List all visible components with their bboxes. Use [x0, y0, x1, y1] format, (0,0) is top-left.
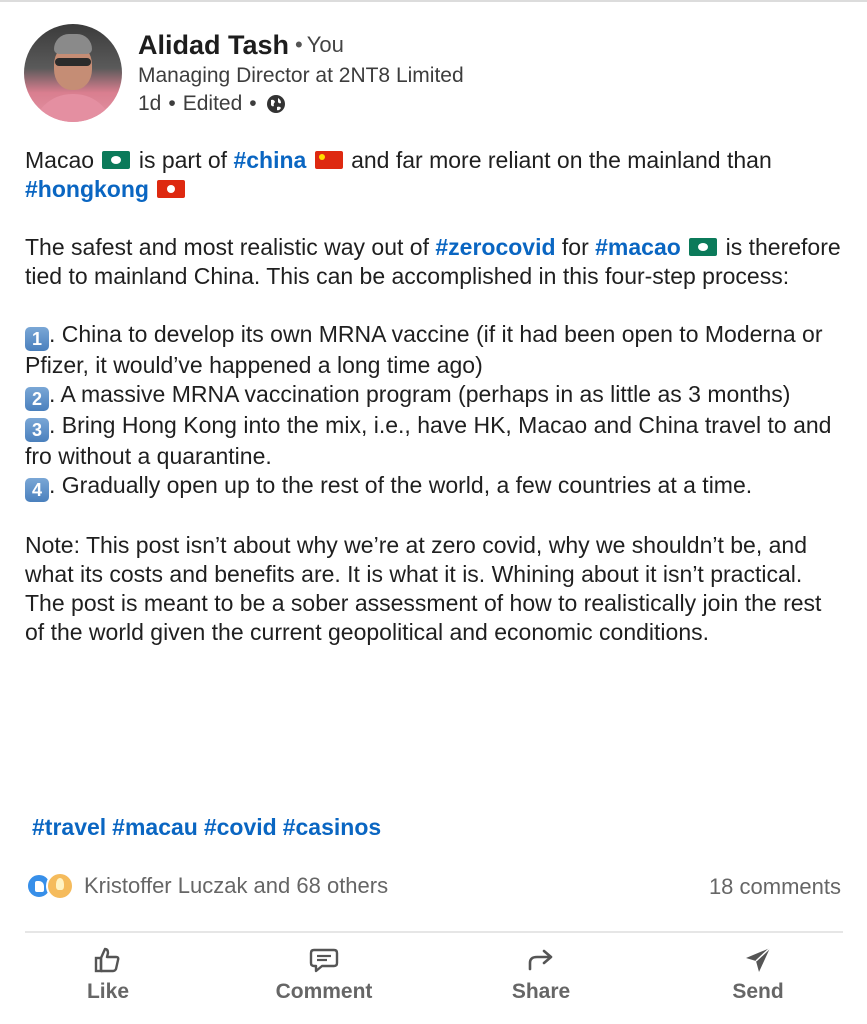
china-flag-icon [314, 151, 343, 169]
keycap-3-icon: 3 [25, 418, 49, 442]
hashtag-link[interactable]: #travel [32, 814, 106, 840]
post-meta: 1d • Edited • [138, 92, 286, 116]
step-item: 4. Gradually open up to the rest of the … [25, 471, 845, 502]
hashtag-link[interactable]: #zerocovid [435, 234, 555, 260]
keycap-4-icon: 4 [25, 478, 49, 502]
hongkong-flag-icon [157, 180, 186, 198]
post-paragraph-1: Macao is part of #china and far more rel… [25, 147, 772, 202]
thumbs-up-icon [94, 947, 120, 973]
hashtag-link[interactable]: #casinos [283, 814, 381, 840]
author-name[interactable]: Alidad Tash [138, 30, 289, 60]
share-button[interactable]: Share [466, 944, 616, 1004]
reactions-summary[interactable]: Kristoffer Luczak and 68 others [26, 872, 388, 900]
step-item: 2. A massive MRNA vaccination program (p… [25, 380, 845, 411]
step-item: 1. China to develop its own MRNA vaccine… [25, 321, 823, 378]
hashtag-link[interactable]: #china [233, 147, 306, 173]
macao-flag-icon [102, 151, 131, 169]
top-border [0, 0, 867, 2]
hashtag-link[interactable]: #macao [595, 234, 681, 260]
like-button[interactable]: Like [33, 944, 183, 1004]
globe-icon [266, 95, 285, 113]
reactions-count: Kristoffer Luczak and 68 others [84, 873, 389, 898]
macao-flag-icon [689, 238, 718, 256]
comments-count[interactable]: 18 comments [709, 874, 841, 900]
author-name-row: Alidad Tash • You [138, 30, 344, 60]
author-avatar[interactable] [24, 24, 122, 122]
hashtag-link[interactable]: #macau [112, 814, 198, 840]
share-label: Share [511, 980, 571, 1003]
hashtag-link[interactable]: #hongkong [25, 176, 149, 202]
keycap-2-icon: 2 [25, 387, 49, 411]
step-item: 3. Bring Hong Kong into the mix, i.e., h… [25, 412, 832, 469]
comment-label: Comment [275, 980, 373, 1003]
reaction-icons [26, 872, 76, 900]
hashtag-link[interactable]: #covid [204, 814, 277, 840]
comment-icon [309, 948, 339, 973]
hashtag-row: #travel #macau #covid #casinos [32, 814, 387, 841]
post-paragraph-2: The safest and most realistic way out of… [25, 234, 841, 289]
action-divider [25, 931, 843, 933]
post-body: Macao is part of #china and far more rel… [25, 146, 845, 647]
insightful-reaction-icon [46, 872, 74, 900]
send-label: Send [732, 980, 784, 1003]
send-button[interactable]: Send [683, 944, 833, 1004]
edited-label: Edited [182, 92, 243, 115]
keycap-1-icon: 1 [25, 327, 49, 351]
like-label: Like [86, 980, 130, 1003]
post-age: 1d [138, 92, 162, 115]
you-badge: You [306, 32, 344, 57]
author-headline: Managing Director at 2NT8 Limited [138, 64, 464, 87]
share-arrow-icon [528, 949, 553, 971]
post-note: Note: This post isn’t about why we’re at… [25, 532, 822, 645]
send-icon [746, 947, 771, 972]
comment-button[interactable]: Comment [249, 944, 399, 1004]
